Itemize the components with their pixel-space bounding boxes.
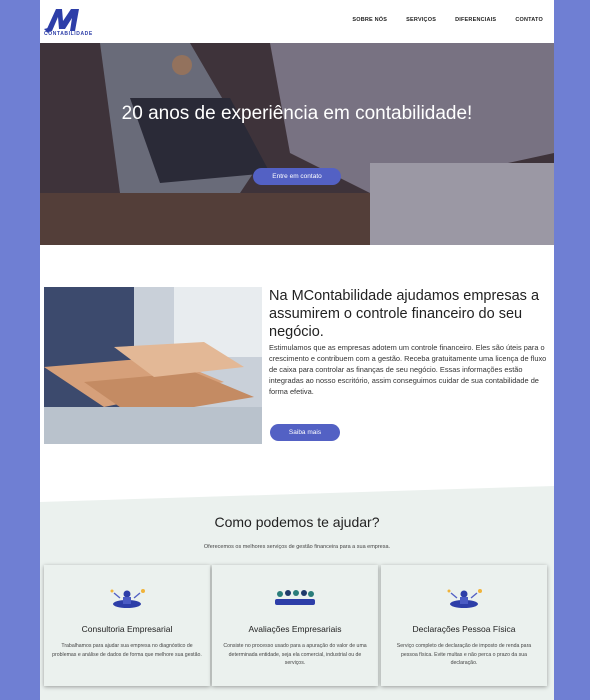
about-text: Estimulamos que as empresas adotem um co… xyxy=(269,343,547,396)
hero-overlay xyxy=(40,43,554,245)
service-card-avaliacoes[interactable]: Avaliações Empresariais Consiste no proc… xyxy=(212,565,378,686)
nav-sobre-nos[interactable]: SOBRE NÓS xyxy=(352,17,387,23)
services-title: Como podemos te ajudar? xyxy=(214,514,380,530)
services-subtitle: Oferecemos os melhores serviços de gestã… xyxy=(203,544,391,550)
service-card-text: Serviço completo de declaração de impost… xyxy=(396,643,532,666)
teamwork-hands-image xyxy=(44,287,262,444)
meditating-person-icon xyxy=(447,589,482,608)
service-card-title: Declarações Pessoa Física xyxy=(412,624,516,634)
meditating-person-icon xyxy=(110,589,145,608)
hero-banner: 20 anos de experiência em contabilidade!… xyxy=(40,43,554,245)
nav-servicos[interactable]: SERVIÇOS xyxy=(406,17,436,23)
learn-more-button[interactable]: Saiba mais xyxy=(270,424,340,441)
nav-contato[interactable]: CONTATO xyxy=(515,17,543,23)
service-card-declaracoes[interactable]: Declarações Pessoa Física Serviço comple… xyxy=(381,565,547,686)
service-card-title: Avaliações Empresariais xyxy=(248,624,342,634)
hero-title: 20 anos de experiência em contabilidade! xyxy=(121,103,473,124)
service-card-consultoria[interactable]: Consultoria Empresarial Trabalhamos para… xyxy=(44,565,210,686)
service-card-text: Consiste no processo usado para a apuraç… xyxy=(223,643,367,666)
team-meeting-icon xyxy=(275,590,315,605)
section-divider xyxy=(40,486,554,502)
contact-button[interactable]: Entre em contato xyxy=(253,168,341,185)
nav-diferenciais[interactable]: DIFERENCIAIS xyxy=(455,17,496,23)
services-section: Como podemos te ajudar? Oferecemos os me… xyxy=(40,486,554,700)
service-card-text: Trabalhamos para ajudar sua empresa no d… xyxy=(52,643,202,658)
page: CONTABILIDADE SOBRE NÓS SERVIÇOS DIFEREN… xyxy=(40,0,554,700)
main-nav: SOBRE NÓS SERVIÇOS DIFERENCIAIS CONTATO xyxy=(333,17,543,23)
header: CONTABILIDADE SOBRE NÓS SERVIÇOS DIFEREN… xyxy=(40,0,554,43)
about-title: Na MContabilidade ajudamos empresas a as… xyxy=(269,288,540,340)
logo-text: CONTABILIDADE xyxy=(44,31,93,37)
service-card-title: Consultoria Empresarial xyxy=(81,624,173,634)
